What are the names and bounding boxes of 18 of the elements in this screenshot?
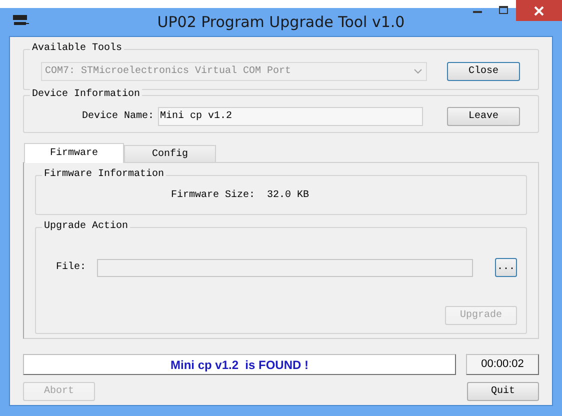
- tab[interactable]: Config: [124, 145, 216, 162]
- window-title: UP02 Program Upgrade Tool v1.0: [157, 12, 405, 33]
- tab[interactable]: Firmware: [24, 143, 124, 163]
- status-message: Mini cp v1.2 is FOUND !: [23, 354, 456, 375]
- field-label: File:: [56, 260, 86, 275]
- chevron-down-icon: [414, 69, 422, 74]
- app-icon: [12, 14, 30, 28]
- device-name-field[interactable]: Mini cp v1.2: [158, 106, 424, 126]
- firmware-size-value: 32.0 KB: [267, 188, 310, 202]
- file-path-field[interactable]: [97, 258, 474, 276]
- close-icon[interactable]: [516, 0, 562, 21]
- elapsed-time: 00:00:02: [466, 354, 539, 375]
- field-label: Firmware Size:: [171, 188, 256, 202]
- push-button[interactable]: Quit: [467, 382, 539, 401]
- browse-button[interactable]: ...: [495, 258, 517, 277]
- push-button[interactable]: Close: [447, 62, 520, 81]
- field-label: Device Name:: [82, 110, 154, 124]
- push-button[interactable]: Leave: [447, 106, 520, 126]
